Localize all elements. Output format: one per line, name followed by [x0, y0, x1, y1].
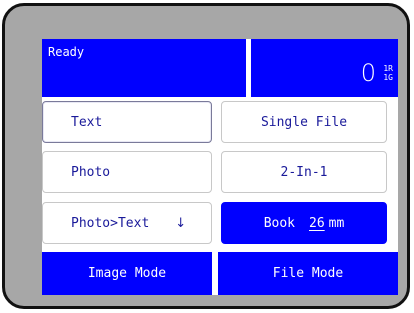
file-mode-label: File Mode — [272, 266, 344, 281]
file-mode-button[interactable]: File Mode — [218, 252, 398, 295]
status-text: Ready — [48, 45, 85, 59]
counter-sub-labels: 1R 1G — [383, 64, 393, 82]
counter-value: 0 — [360, 59, 376, 87]
photo-option-label: Photo — [71, 164, 111, 180]
counter-panel: 0 1R 1G — [251, 39, 398, 97]
single-file-option-label: Single File — [260, 114, 348, 130]
two-in-one-option-label: 2-In-1 — [280, 164, 328, 180]
two-in-one-option-button[interactable]: 2-In-1 — [221, 151, 387, 193]
counter-sub-top: 1R — [383, 64, 393, 73]
counter-sub-bottom: 1G — [383, 73, 393, 82]
single-file-option-button[interactable]: Single File — [221, 101, 387, 143]
book-option-button[interactable]: Book 26 mm — [221, 202, 387, 244]
photo-text-option-button[interactable]: Photo>Text ↓ — [42, 202, 212, 244]
book-thickness-value[interactable]: 26 — [307, 216, 327, 231]
touch-screen: Ready 0 1R 1G Text Photo Photo>Text ↓ Si… — [42, 39, 398, 295]
text-option-button[interactable]: Text — [42, 101, 212, 143]
image-mode-label: Image Mode — [87, 266, 167, 281]
text-option-label: Text — [71, 114, 103, 130]
book-option-label: Book — [263, 215, 295, 231]
status-panel: Ready — [42, 39, 246, 97]
book-thickness-unit: mm — [328, 215, 345, 231]
photo-option-button[interactable]: Photo — [42, 151, 212, 193]
device-frame: Ready 0 1R 1G Text Photo Photo>Text ↓ Si… — [2, 3, 410, 309]
image-mode-button[interactable]: Image Mode — [42, 252, 212, 295]
photo-text-option-label: Photo>Text — [71, 215, 150, 231]
down-arrow-icon: ↓ — [175, 215, 187, 231]
